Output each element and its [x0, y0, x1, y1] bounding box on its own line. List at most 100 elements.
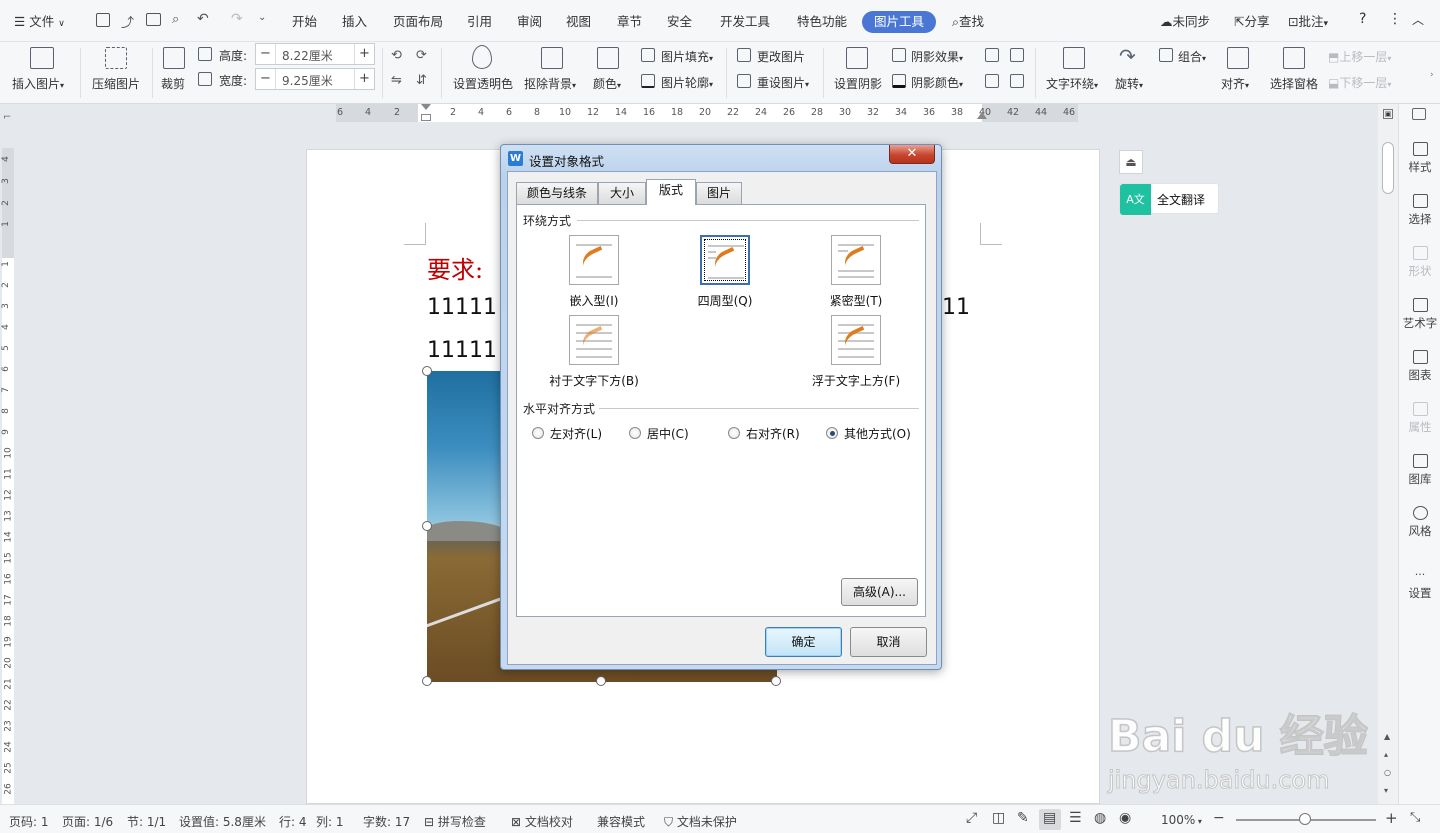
status-word-count[interactable]: 字数: 17	[363, 813, 410, 830]
left-indent-marker[interactable]	[421, 114, 431, 121]
collapse-panel-icon[interactable]: ⏏	[1119, 150, 1143, 174]
tab-security[interactable]: 安全	[667, 11, 692, 30]
align-other-radio[interactable]	[826, 427, 838, 439]
ribbon-scroll-right-icon[interactable]: ›	[1430, 70, 1434, 80]
panel-chart[interactable]: 图表	[1399, 350, 1440, 383]
undo-icon[interactable]: ↶	[197, 11, 209, 27]
help-button[interactable]: ?	[1359, 11, 1366, 27]
tab-chapter[interactable]: 章节	[617, 11, 642, 30]
compress-picture-button[interactable]: 压缩图片	[92, 75, 140, 92]
resize-handle[interactable]	[422, 676, 432, 686]
height-value[interactable]: 8.22厘米	[282, 47, 333, 64]
status-row[interactable]: 行: 4	[279, 813, 307, 830]
right-indent-marker[interactable]	[977, 112, 987, 119]
picture-fill-button[interactable]: 图片填充▾	[661, 48, 713, 65]
flip-vertical-icon[interactable]: ⇵	[416, 73, 427, 88]
close-button[interactable]: ✕	[889, 145, 935, 164]
align-center-label[interactable]: 居中(C)	[647, 425, 689, 442]
comment-button[interactable]: ⊡批注▾	[1288, 11, 1328, 30]
quick-access-more-icon[interactable]: ⌄	[258, 12, 266, 23]
panel-toggle-icon[interactable]	[1412, 108, 1426, 120]
sync-button[interactable]: ☁未同步	[1160, 11, 1210, 30]
status-pages[interactable]: 页面: 1/6	[62, 813, 113, 830]
picture-outline-button[interactable]: 图片轮廓▾	[661, 74, 713, 91]
align-button[interactable]: 对齐▾	[1221, 75, 1249, 92]
collapse-ribbon-button[interactable]: ︿	[1412, 11, 1424, 28]
set-transparent-color-button[interactable]: 设置透明色	[453, 75, 513, 92]
zoom-out-icon[interactable]: −	[1213, 810, 1225, 826]
export-icon[interactable]: ⤴	[121, 12, 134, 31]
resize-handle[interactable]	[422, 521, 432, 531]
tab-colors-lines[interactable]: 颜色与线条	[516, 182, 598, 204]
fit-window-icon[interactable]: ⤡	[1410, 810, 1420, 825]
wrap-in-front-option[interactable]	[831, 315, 881, 365]
web-view-icon[interactable]: ◍	[1094, 810, 1106, 826]
resize-handle[interactable]	[771, 676, 781, 686]
write-mode-icon[interactable]: ✎	[1017, 810, 1029, 826]
status-page-number[interactable]: 页码: 1	[9, 813, 49, 830]
more-button[interactable]: ⋮	[1388, 11, 1402, 27]
protect-button[interactable]: ⛉ 文档未保护	[664, 813, 737, 830]
panel-theme[interactable]: 风格	[1399, 506, 1440, 539]
rotate-left-icon[interactable]: ⟲	[391, 48, 402, 63]
width-value[interactable]: 9.25厘米	[282, 72, 333, 89]
vertical-scrollbar[interactable]: ▣ ▲ ▴ ○ ▾	[1378, 104, 1398, 804]
tab-layout[interactable]: 版式	[646, 179, 696, 205]
tab-references[interactable]: 引用	[467, 11, 492, 30]
panel-gallery[interactable]: 图库	[1399, 454, 1440, 487]
width-decrease-button[interactable]: −	[256, 69, 276, 89]
set-shadow-button[interactable]: 设置阴影	[834, 75, 882, 92]
reset-picture-button[interactable]: 重设图片▾	[757, 74, 809, 91]
send-backward-button[interactable]: ⬓下移一层▾	[1328, 74, 1391, 91]
shadow-nudge-up-icon[interactable]	[985, 48, 999, 62]
zoom-slider-thumb[interactable]	[1299, 813, 1311, 825]
tab-size[interactable]: 大小	[598, 182, 646, 204]
align-right-radio[interactable]	[728, 427, 740, 439]
reading-mode-icon[interactable]: ◫	[992, 810, 1005, 826]
align-other-label[interactable]: 其他方式(O)	[844, 425, 911, 442]
spell-check-button[interactable]: ⊟ 拼写检查	[424, 813, 486, 830]
rotate-right-icon[interactable]: ⟳	[416, 48, 427, 63]
insert-picture-button[interactable]: 插入图片▾	[12, 75, 64, 92]
remove-background-button[interactable]: 抠除背景▾	[524, 75, 576, 92]
print-preview-icon[interactable]: ⌕	[172, 12, 179, 27]
format-object-dialog[interactable]: W 设置对象格式 ✕ 颜色与线条 大小 版式 图片 环绕方式 嵌入型(I) 四周…	[500, 144, 942, 670]
search-button[interactable]: ⌕查找	[952, 11, 984, 30]
select-browse-icon[interactable]: ○	[1384, 768, 1391, 777]
eye-protection-icon[interactable]: ◉	[1119, 810, 1131, 826]
outline-view-icon[interactable]: ☰	[1069, 810, 1082, 826]
ok-button[interactable]: 确定	[765, 627, 842, 657]
height-increase-button[interactable]: +	[354, 44, 374, 64]
height-decrease-button[interactable]: −	[256, 44, 276, 64]
tab-picture-tools[interactable]: 图片工具	[862, 11, 936, 33]
wrap-square-option[interactable]	[700, 235, 750, 285]
scrollbar-thumb[interactable]	[1382, 142, 1394, 194]
shadow-effect-button[interactable]: 阴影效果▾	[911, 48, 963, 65]
tab-insert[interactable]: 插入	[342, 11, 367, 30]
align-left-radio[interactable]	[532, 427, 544, 439]
fullscreen-icon[interactable]: ⤢	[966, 810, 977, 826]
wrap-inline-option[interactable]	[569, 235, 619, 285]
color-button[interactable]: 颜色▾	[593, 75, 621, 92]
zoom-in-icon[interactable]: +	[1385, 809, 1398, 827]
page-view-icon[interactable]: ▤	[1043, 810, 1056, 826]
first-line-indent-marker[interactable]	[421, 104, 431, 110]
tab-home[interactable]: 开始	[292, 11, 317, 30]
zoom-level[interactable]: 100% ▾	[1161, 813, 1202, 827]
tab-picture[interactable]: 图片	[696, 182, 742, 204]
scroll-up-icon[interactable]: ▲	[1384, 732, 1390, 741]
flip-horizontal-icon[interactable]: ⇋	[391, 73, 402, 88]
share-button[interactable]: ⇱分享	[1234, 11, 1270, 30]
panel-properties[interactable]: 属性	[1399, 402, 1440, 435]
tab-page-layout[interactable]: 页面布局	[393, 11, 443, 30]
document-text-line[interactable]: 11111	[427, 338, 497, 363]
align-right-label[interactable]: 右对齐(R)	[746, 425, 800, 442]
crop-button[interactable]: 裁剪	[161, 75, 185, 92]
panel-shape[interactable]: 形状	[1399, 246, 1440, 279]
bring-forward-button[interactable]: ⬒上移一层▾	[1328, 48, 1391, 65]
scroll-top-icon[interactable]: ▣	[1383, 109, 1393, 119]
status-section[interactable]: 节: 1/1	[127, 813, 166, 830]
wrap-tight-option[interactable]	[831, 235, 881, 285]
save-icon[interactable]	[96, 13, 110, 27]
tab-developer[interactable]: 开发工具	[720, 11, 770, 30]
